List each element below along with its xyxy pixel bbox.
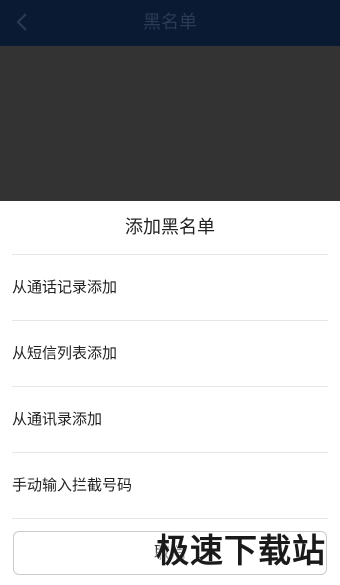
page-title: 黑名单	[143, 12, 197, 33]
modal-overlay[interactable]	[0, 46, 340, 201]
option-from-sms-list[interactable]: 从短信列表添加	[0, 320, 340, 386]
option-from-call-log[interactable]: 从通话记录添加	[0, 254, 340, 320]
option-from-contacts[interactable]: 从通讯录添加	[0, 386, 340, 452]
option-manual-input[interactable]: 手动输入拦截号码	[0, 452, 340, 518]
sheet-title: 添加黑名单	[125, 217, 215, 238]
top-bar: 黑名单	[0, 0, 340, 46]
divider	[12, 518, 328, 519]
watermark: 极速下载站	[156, 531, 326, 570]
